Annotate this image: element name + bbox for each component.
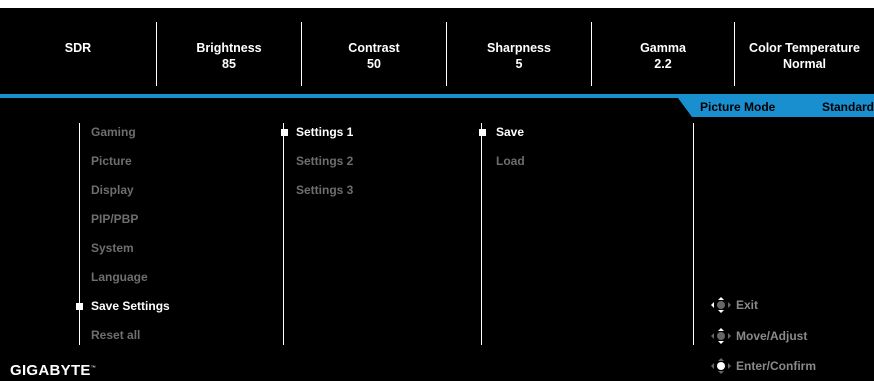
status-label: Gamma (640, 41, 686, 55)
accent-divider (0, 94, 874, 98)
status-label: Color Temperature (749, 41, 860, 55)
hint-move-label: Move/Adjust (736, 329, 808, 343)
action-load[interactable]: Load (496, 154, 525, 168)
hint-confirm-label: Enter/Confirm (736, 359, 817, 373)
picture-mode-value: Standard (821, 100, 874, 114)
selected-bullet (281, 129, 288, 136)
status-bar: SDR Brightness 85 Contrast 50 Sharpness … (0, 8, 874, 94)
menu-item-language[interactable]: Language (91, 270, 148, 284)
joystick-icon (711, 358, 731, 374)
column-line-action (481, 123, 482, 345)
status-sharpness: Sharpness 5 (447, 40, 591, 126)
menu-item-picture[interactable]: Picture (91, 154, 132, 168)
status-label: Brightness (196, 41, 262, 55)
action-save[interactable]: Save (496, 125, 524, 139)
status-contrast: Contrast 50 (302, 40, 446, 126)
submenu-item-settings-2[interactable]: Settings 2 (296, 154, 353, 168)
gigabyte-logo: GIGABYTE™ (10, 362, 97, 379)
submenu-item-settings-3[interactable]: Settings 3 (296, 183, 353, 197)
menu-item-save-settings[interactable]: Save Settings (91, 299, 170, 313)
selected-bullet (479, 129, 486, 136)
column-line-main (79, 123, 80, 345)
picture-mode-label: Picture Mode (700, 100, 776, 114)
column-line-sub (283, 123, 284, 345)
menu-item-pip-pbp[interactable]: PIP/PBP (91, 212, 138, 226)
joystick-icon (711, 328, 731, 344)
status-value: 50 (367, 57, 381, 71)
menu-item-display[interactable]: Display (91, 183, 134, 197)
selected-bullet (76, 303, 83, 310)
status-value: 5 (515, 57, 523, 71)
status-value: Normal (782, 57, 827, 71)
status-label: SDR (64, 41, 92, 55)
menu-item-system[interactable]: System (91, 241, 134, 255)
status-label: Contrast (348, 41, 400, 55)
status-brightness: Brightness 85 (157, 40, 301, 126)
status-sdr: SDR (0, 40, 156, 126)
status-label: Sharpness (487, 41, 551, 55)
menu-item-gaming[interactable]: Gaming (91, 125, 136, 139)
joystick-icon (711, 297, 731, 313)
menu-item-reset-all[interactable]: Reset all (91, 328, 140, 342)
hint-exit-label: Exit (736, 298, 759, 312)
status-value: 2.2 (654, 57, 672, 71)
picture-mode-indicator: Picture Mode Standard (678, 98, 874, 117)
column-line-hints (693, 123, 694, 345)
osd-menu: SDR Brightness 85 Contrast 50 Sharpness … (0, 8, 874, 381)
status-value: 85 (222, 57, 236, 71)
submenu-item-settings-1[interactable]: Settings 1 (296, 125, 353, 139)
